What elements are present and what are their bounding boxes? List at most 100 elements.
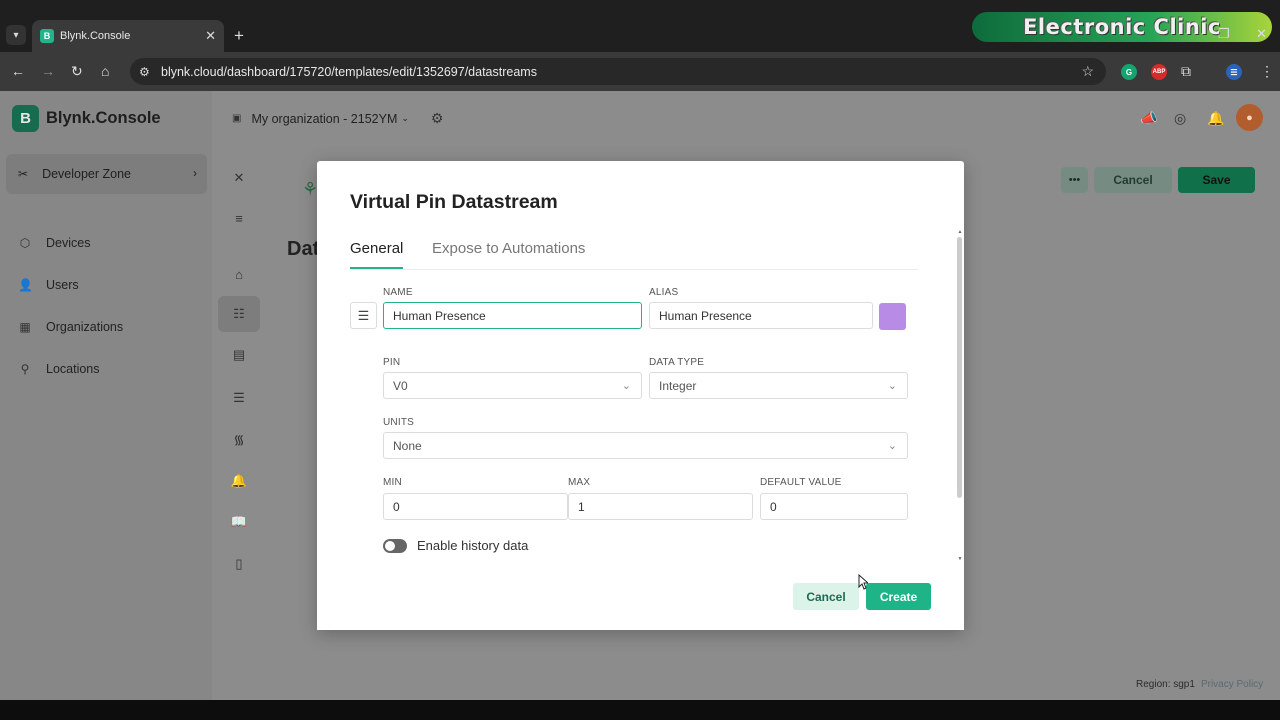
location-pin-icon: ⚲	[20, 362, 30, 376]
pin-value: V0	[393, 378, 408, 393]
browser-tab[interactable]: B Blynk.Console ✕	[32, 20, 224, 52]
sidebar-item-label: Locations	[46, 362, 100, 376]
back-icon[interactable]: ←	[11, 63, 25, 79]
forward-icon[interactable]: →	[41, 63, 55, 79]
events-icon[interactable]: ▤	[218, 337, 260, 373]
tools-icon: ✂	[18, 167, 29, 181]
home-icon[interactable]: ⌂	[101, 63, 109, 79]
notification-bell-icon[interactable]: 🔔	[1207, 110, 1224, 127]
default-value-input[interactable]	[770, 499, 907, 514]
scrollbar-thumb[interactable]	[957, 237, 962, 498]
data-type-select[interactable]: Integer ⌄	[649, 372, 908, 399]
chevron-down-icon: ⌄	[887, 380, 897, 392]
sidebar-item-label: Organizations	[46, 320, 124, 334]
blynk-logo: B	[12, 105, 39, 132]
brand[interactable]: B Blynk.Console	[12, 105, 161, 132]
taskbar	[0, 700, 1280, 720]
book-icon[interactable]: 📖	[218, 504, 260, 540]
close-window-icon[interactable]: ✕	[1256, 26, 1267, 42]
chevron-down-icon: ⌄	[401, 113, 409, 123]
address-bar[interactable]: ⚙ blynk.cloud/dashboard/175720/templates…	[130, 58, 1106, 85]
menu-icon[interactable]: ≡	[218, 200, 260, 236]
scroll-up-icon[interactable]: ▲	[957, 229, 963, 235]
more-options-button[interactable]: •••	[1061, 167, 1088, 193]
alias-field[interactable]	[649, 302, 873, 329]
close-icon[interactable]: ✕	[218, 160, 260, 196]
units-value: None	[393, 438, 422, 453]
chevron-down-icon: ⌄	[887, 440, 897, 452]
tab-search-icon[interactable]: ▾	[6, 25, 26, 45]
site-info-icon[interactable]: ⚙	[139, 65, 155, 79]
units-label: UNITS	[383, 417, 414, 428]
max-input[interactable]	[578, 499, 752, 514]
color-swatch[interactable]	[879, 303, 906, 330]
list-icon[interactable]: ☰	[218, 380, 260, 416]
restore-window-icon[interactable]: ❐	[1218, 26, 1230, 42]
datastream-icon-picker[interactable]: ☰	[350, 302, 377, 329]
watermark-text: Electronic Clinic	[1023, 15, 1221, 39]
top-bar: ▣ My organization - 2152YM ⌄ ⚙ 📣 ◎ 🔔 ●	[212, 91, 1280, 144]
tab-general[interactable]: General	[350, 240, 404, 269]
wifi-icon[interactable]: ᯾	[218, 421, 260, 457]
min-field[interactable]	[383, 493, 568, 520]
help-icon[interactable]: ◎	[1174, 110, 1186, 127]
grammarly-extension-icon[interactable]: G	[1121, 64, 1137, 80]
create-button[interactable]: Create	[866, 583, 931, 610]
home-icon[interactable]: ⌂	[218, 256, 260, 292]
min-label: MIN	[383, 477, 402, 488]
tab-expose-to-automations[interactable]: Expose to Automations	[432, 240, 585, 257]
name-field[interactable]	[383, 302, 642, 329]
sliders-icon: ☰	[357, 307, 370, 323]
min-input[interactable]	[393, 499, 567, 514]
units-select[interactable]: None ⌄	[383, 432, 908, 459]
sidebar-item-locations[interactable]: ⚲ Locations	[18, 362, 100, 376]
sidebar-item-devices[interactable]: ⬡ Devices	[18, 236, 91, 250]
max-field[interactable]	[568, 493, 753, 520]
datastreams-icon[interactable]: ☷	[218, 296, 260, 332]
cancel-button[interactable]: Cancel	[1094, 167, 1172, 193]
gear-icon[interactable]: ⚙	[431, 110, 444, 127]
announcement-icon[interactable]: 📣	[1140, 110, 1157, 127]
alias-input[interactable]	[659, 308, 872, 323]
bookmark-star-icon[interactable]: ☆	[1081, 63, 1094, 80]
default-value-label: DEFAULT VALUE	[760, 477, 842, 488]
privacy-policy-link[interactable]: Privacy Policy	[1201, 679, 1263, 690]
modal-scrollbar[interactable]: ▲ ▼	[957, 229, 963, 564]
pin-label: PIN	[383, 357, 401, 368]
new-tab-icon[interactable]: +	[234, 26, 244, 46]
chevron-right-icon: ›	[193, 166, 197, 180]
sidebar-item-label: Devices	[46, 236, 91, 250]
history-data-toggle[interactable]	[383, 539, 407, 553]
url-text: blynk.cloud/dashboard/175720/templates/e…	[161, 64, 537, 79]
sidebar-item-users[interactable]: 👤 Users	[18, 278, 79, 292]
region-label: Region: sgp1	[1136, 679, 1195, 690]
brand-name: Blynk.Console	[46, 109, 161, 127]
scroll-down-icon[interactable]: ▼	[957, 556, 963, 562]
developer-zone-label: Developer Zone	[42, 167, 132, 181]
default-value-field[interactable]	[760, 493, 908, 520]
history-data-label: Enable history data	[417, 538, 529, 553]
extensions-puzzle-icon[interactable]: ⧉	[1181, 63, 1191, 80]
modal-cancel-button[interactable]: Cancel	[793, 583, 859, 610]
datastream-modal: Virtual Pin Datastream General Expose to…	[317, 161, 964, 630]
sidebar-item-organizations[interactable]: ▦ Organizations	[18, 320, 123, 334]
bell-icon[interactable]: 🔔	[218, 463, 260, 499]
developer-zone-item[interactable]: ✂ Developer Zone ›	[6, 154, 207, 194]
pin-select[interactable]: V0 ⌄	[383, 372, 642, 399]
browser-menu-icon[interactable]: ⋮	[1260, 63, 1274, 80]
template-nav-rail: ✕ ≡ ⌂ ☷ ▤ ☰ ᯾ 🔔 📖 ▯	[218, 156, 262, 576]
avatar[interactable]: ●	[1236, 104, 1263, 131]
mobile-icon[interactable]: ▯	[218, 546, 260, 582]
save-button[interactable]: Save	[1178, 167, 1255, 193]
organization-selector[interactable]: ▣ My organization - 2152YM ⌄ ⚙	[232, 110, 443, 127]
reload-icon[interactable]: ↻	[71, 63, 83, 80]
mouse-cursor-icon	[858, 574, 868, 590]
close-tab-icon[interactable]: ✕	[205, 28, 216, 44]
template-icon: ⚘	[302, 179, 319, 199]
adblock-extension-icon[interactable]: ABP	[1151, 64, 1167, 80]
alias-label: ALIAS	[649, 287, 679, 298]
name-input[interactable]	[393, 308, 641, 323]
profile-icon[interactable]: ☰	[1226, 64, 1242, 80]
tab-favicon: B	[40, 29, 54, 43]
footer: Region: sgp1 Privacy Policy	[1136, 679, 1263, 690]
